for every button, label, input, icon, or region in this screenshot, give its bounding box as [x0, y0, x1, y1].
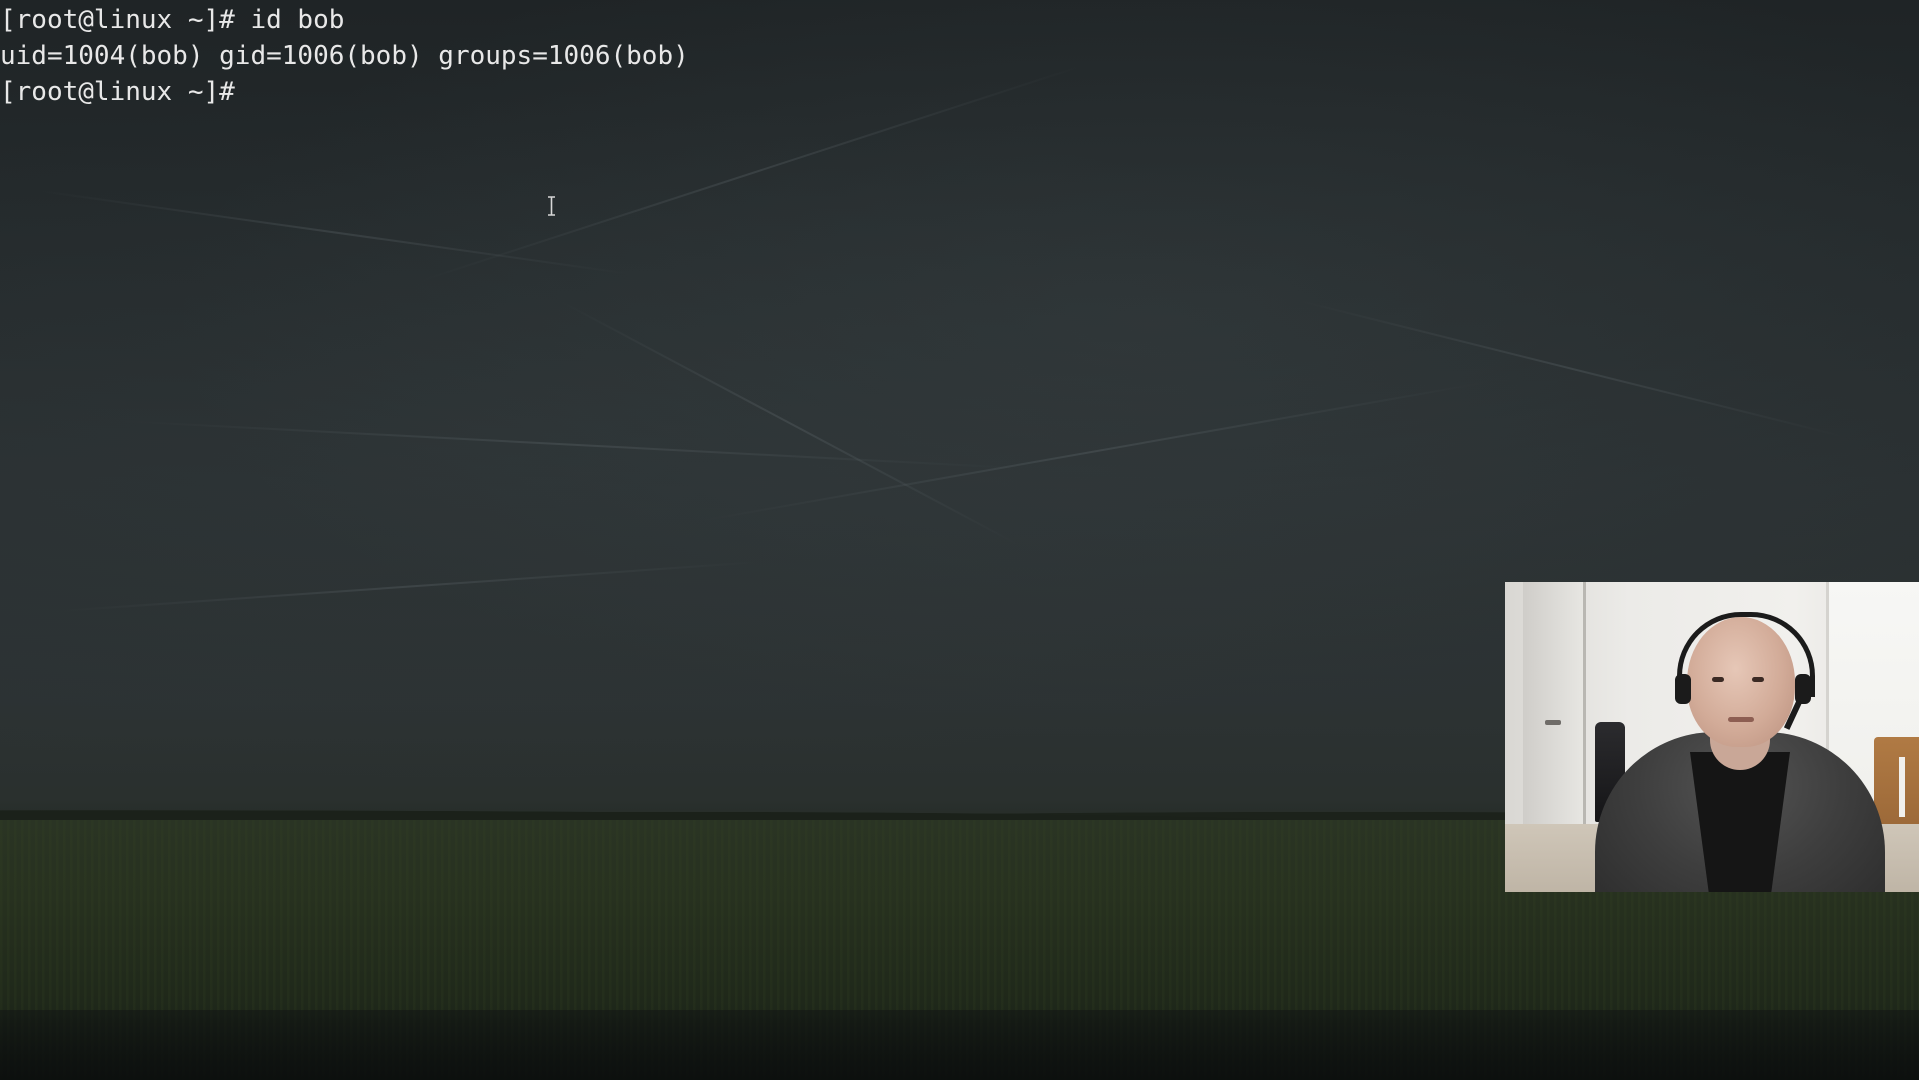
webcam-chair-slat [1899, 757, 1905, 817]
terminal-line-output: uid=1004(bob) gid=1006(bob) groups=1006(… [0, 41, 689, 71]
webcam-overlay [1505, 582, 1919, 892]
text-cursor-ibeam-icon [547, 196, 556, 216]
webcam-door [1523, 582, 1586, 827]
desktop-screen: [root@linux ~]# id bob uid=1004(bob) gid… [0, 0, 1919, 1080]
webcam-person-mouth [1728, 717, 1754, 722]
headset-earcup-left [1675, 674, 1691, 704]
terminal-line-prompt[interactable]: [root@linux ~]# [0, 74, 1919, 110]
terminal-window[interactable]: [root@linux ~]# id bob uid=1004(bob) gid… [0, 0, 1919, 1080]
terminal-line-command: [root@linux ~]# id bob [0, 5, 345, 35]
webcam-door-handle [1545, 720, 1561, 725]
